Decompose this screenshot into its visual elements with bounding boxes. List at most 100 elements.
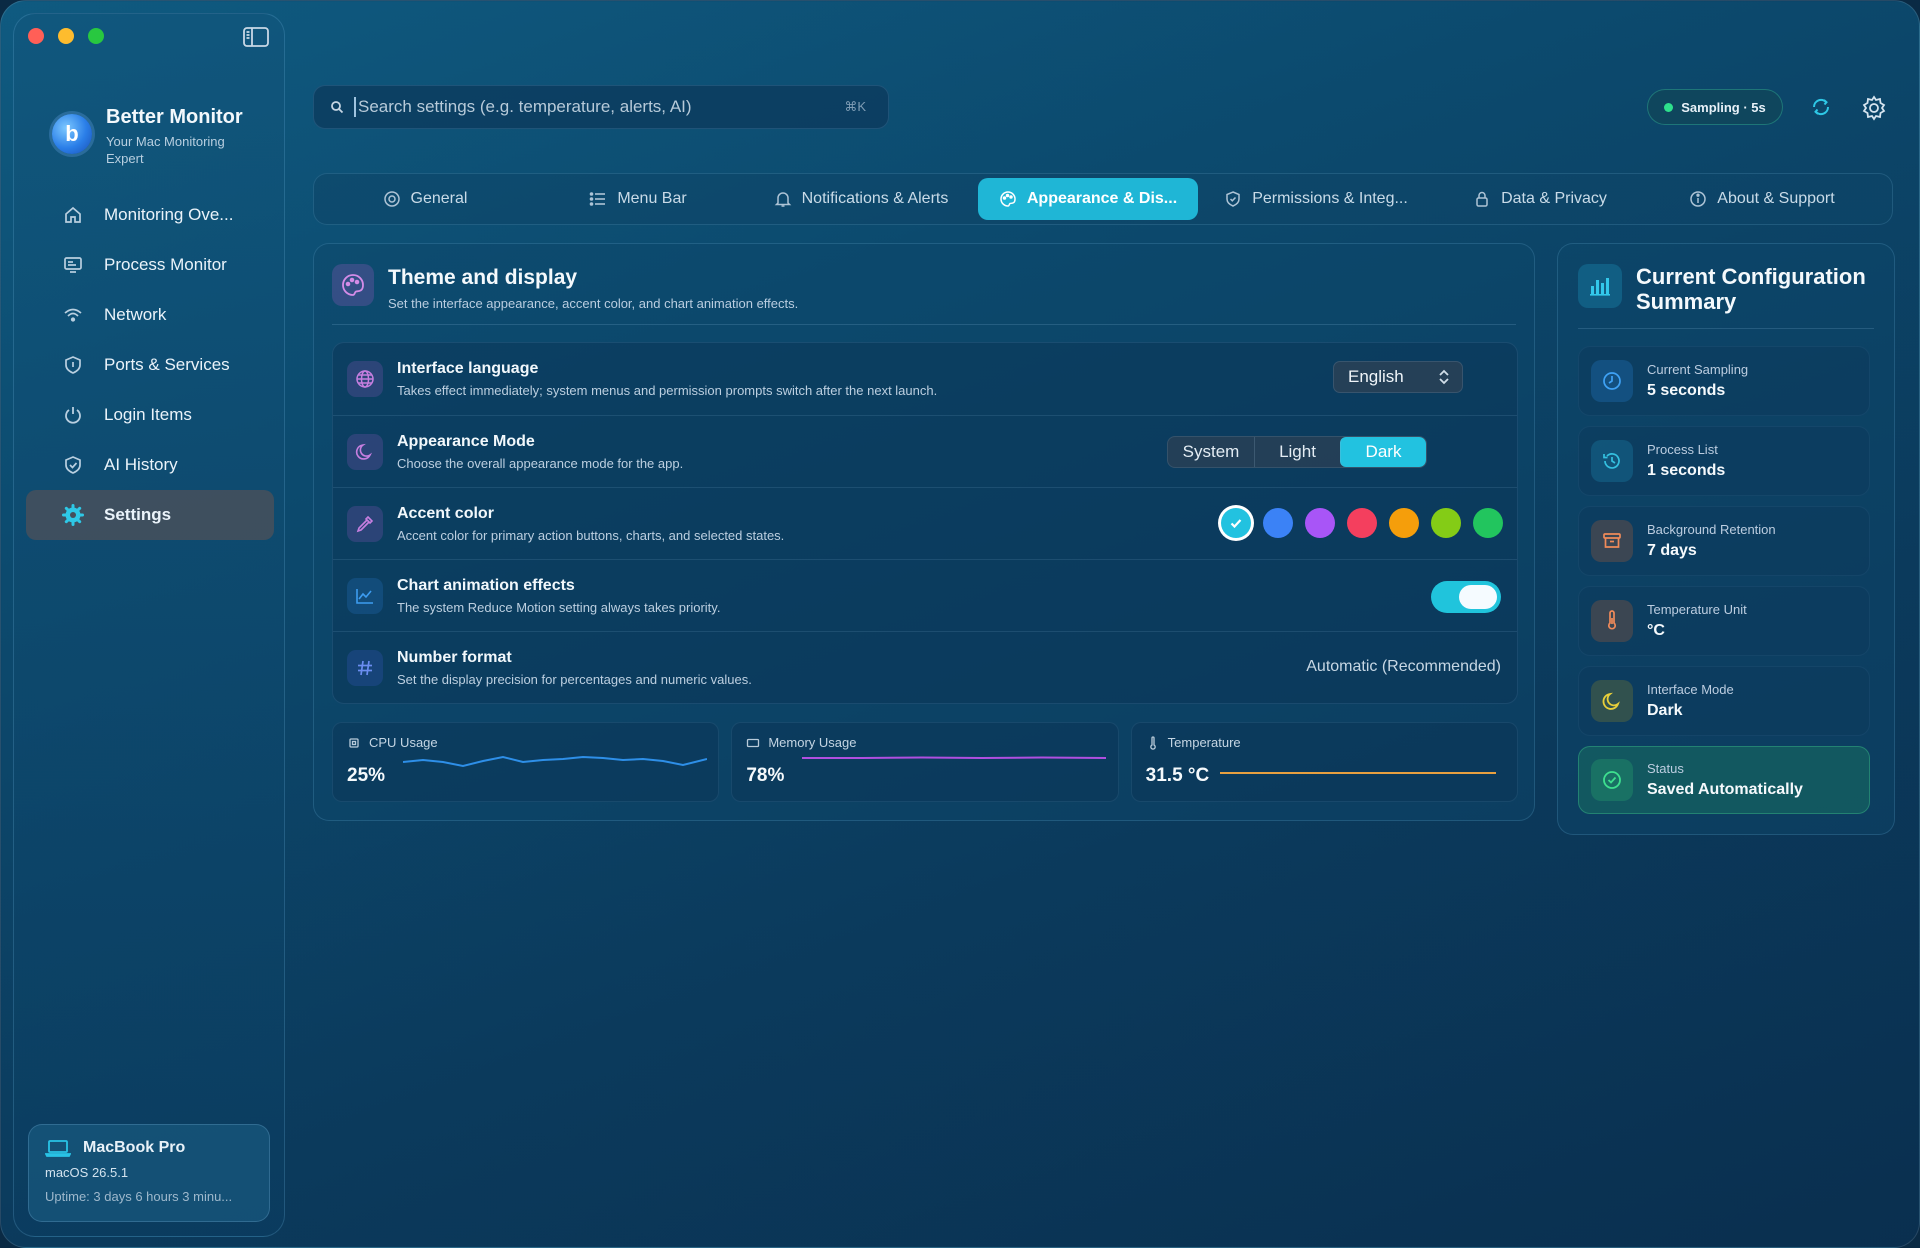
settings-list: Interface language Takes effect immediat… xyxy=(332,342,1518,704)
metric-value: 25% xyxy=(347,765,386,786)
temperature-metric: Temperature 31.5 °C xyxy=(1130,722,1518,802)
moon-icon xyxy=(1591,680,1633,722)
sidebar-item-network[interactable]: Network xyxy=(26,290,274,340)
summary-label: Background Retention xyxy=(1647,522,1776,537)
accent-swatch[interactable] xyxy=(1347,508,1377,538)
app-window: b Better Monitor Your Mac Monitoring Exp… xyxy=(0,0,1920,1248)
chart-line-icon xyxy=(347,577,383,614)
wifi-icon xyxy=(62,304,84,326)
window-controls xyxy=(28,28,104,44)
memory-icon xyxy=(747,738,760,747)
sidebar-item-monitoring-overview[interactable]: Monitoring Ove... xyxy=(26,190,274,240)
cpu-icon xyxy=(349,737,359,748)
refresh-icon[interactable] xyxy=(1809,95,1833,119)
appearance-option-system[interactable]: System xyxy=(1168,437,1254,467)
appearance-option-dark[interactable]: Dark xyxy=(1340,437,1426,467)
app-logo-icon: b xyxy=(52,114,92,154)
summary-label: Interface Mode xyxy=(1647,682,1734,697)
sidebar: b Better Monitor Your Mac Monitoring Exp… xyxy=(13,13,285,1237)
tab-data-privacy[interactable]: Data & Privacy xyxy=(1434,178,1646,220)
appearance-mode-segmented-control: System Light Dark xyxy=(1167,436,1427,468)
summary-item-current-sampling: Current Sampling 5 seconds xyxy=(1578,346,1870,416)
sidebar-item-label: Process Monitor xyxy=(104,255,227,274)
check-circle-icon xyxy=(1591,759,1633,801)
accent-color-swatches xyxy=(1221,508,1503,538)
brand: b Better Monitor Your Mac Monitoring Exp… xyxy=(52,96,246,167)
accent-swatch[interactable] xyxy=(1305,508,1335,538)
search-input[interactable] xyxy=(354,97,835,117)
sidebar-item-label: Settings xyxy=(104,505,172,524)
eyedropper-icon xyxy=(347,505,383,542)
tab-about-support[interactable]: About & Support xyxy=(1646,178,1878,220)
number-format-value[interactable]: Automatic (Recommended) xyxy=(1306,658,1501,676)
language-select[interactable]: English xyxy=(1333,361,1463,393)
tab-notifications-alerts[interactable]: Notifications & Alerts xyxy=(744,178,978,220)
sidebar-item-settings[interactable]: Settings xyxy=(26,490,274,540)
accent-swatch[interactable] xyxy=(1389,508,1419,538)
divider xyxy=(1578,328,1874,329)
sidebar-toggle-icon[interactable] xyxy=(242,26,270,48)
chart-animation-toggle[interactable] xyxy=(1431,581,1501,613)
checkmark-icon xyxy=(1230,519,1242,529)
minimize-window-button[interactable] xyxy=(58,28,74,44)
tab-label: Menu Bar xyxy=(617,190,687,207)
device-name: MacBook Pro xyxy=(83,1139,186,1156)
cpu-sparkline xyxy=(403,755,707,768)
tab-permissions-integrations[interactable]: Permissions & Integ... xyxy=(1198,178,1434,220)
sidebar-item-label: Monitoring Ove... xyxy=(104,205,234,224)
card-subtitle: Set the interface appearance, accent col… xyxy=(388,296,799,311)
summary-value: 1 seconds xyxy=(1647,462,1726,479)
summary-value: 5 seconds xyxy=(1647,382,1726,399)
summary-title: Current Configuration Summary xyxy=(1636,264,1866,314)
memory-sparkline xyxy=(802,756,1107,760)
metric-label: Memory Usage xyxy=(768,735,857,750)
gear-icon xyxy=(383,190,401,208)
tab-label: About & Support xyxy=(1717,190,1835,207)
memory-usage-metric: Memory Usage 78% xyxy=(731,722,1119,802)
summary-value: Saved Automatically xyxy=(1647,781,1803,798)
status-dot-icon xyxy=(1664,102,1674,112)
metric-value: 78% xyxy=(746,765,785,786)
chevron-up-down-icon xyxy=(1439,369,1449,385)
sidebar-item-login-items[interactable]: Login Items xyxy=(26,390,274,440)
summary-label: Process List xyxy=(1647,442,1718,457)
accent-swatch[interactable] xyxy=(1263,508,1293,538)
search-icon xyxy=(331,101,344,114)
summary-label: Temperature Unit xyxy=(1647,602,1747,617)
device-os: macOS 26.5.1 xyxy=(45,1165,129,1180)
summary-item-temperature-unit: Temperature Unit °C xyxy=(1578,586,1870,656)
zoom-window-button[interactable] xyxy=(88,28,104,44)
setting-row-chart-animation: Chart animation effects The system Reduc… xyxy=(333,559,1517,631)
metric-value: 31.5 °C xyxy=(1145,765,1210,786)
setting-row-number-format: Number format Set the display precision … xyxy=(333,631,1517,703)
device-info-card: MacBook Pro macOS 26.5.1 Uptime: 3 days … xyxy=(28,1124,270,1222)
settings-gear-icon[interactable] xyxy=(1861,95,1887,121)
accent-swatch[interactable] xyxy=(1473,508,1503,538)
tab-general[interactable]: General xyxy=(318,178,532,220)
cpu-usage-metric: CPU Usage 25% xyxy=(332,722,720,802)
tab-label: Data & Privacy xyxy=(1501,190,1607,207)
sidebar-item-ports-services[interactable]: Ports & Services xyxy=(26,340,274,390)
sampling-status-badge[interactable]: Sampling · 5s xyxy=(1647,89,1783,125)
summary-label: Current Sampling xyxy=(1647,362,1749,377)
accent-swatch[interactable] xyxy=(1221,508,1251,538)
tab-appearance-display[interactable]: Appearance & Dis... xyxy=(978,178,1198,220)
list-icon xyxy=(589,190,607,208)
setting-row-appearance-mode: Appearance Mode Choose the overall appea… xyxy=(333,415,1517,487)
power-icon xyxy=(62,404,84,426)
sidebar-item-process-monitor[interactable]: Process Monitor xyxy=(26,240,274,290)
app-name: Better Monitor xyxy=(106,106,243,128)
thermometer-icon xyxy=(1149,735,1156,750)
appearance-option-light[interactable]: Light xyxy=(1254,437,1340,467)
summary-item-process-list: Process List 1 seconds xyxy=(1578,426,1870,496)
tab-menu-bar[interactable]: Menu Bar xyxy=(532,178,744,220)
history-icon xyxy=(1591,440,1633,482)
moon-icon xyxy=(347,433,383,470)
accent-swatch[interactable] xyxy=(1431,508,1461,538)
sidebar-nav: Monitoring Ove... Process Monitor Networ… xyxy=(26,190,274,540)
sidebar-item-label: Ports & Services xyxy=(104,355,230,374)
setting-title: Number format xyxy=(397,648,512,666)
summary-value: 7 days xyxy=(1647,542,1697,559)
sidebar-item-ai-history[interactable]: AI History xyxy=(26,440,274,490)
close-window-button[interactable] xyxy=(28,28,44,44)
